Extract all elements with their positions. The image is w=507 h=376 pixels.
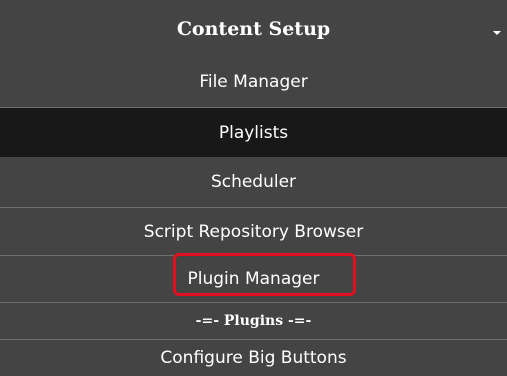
menu-item-file-manager[interactable]: File Manager [0,57,507,107]
menu-item-label: Playlists [218,122,289,143]
content-setup-menu-header[interactable]: Content Setup [0,0,507,57]
menu-item-playlists[interactable]: Playlists [0,107,507,157]
menu-item-label: Configure Big Buttons [160,348,347,368]
section-header-label: -=- Plugins -=- [195,313,312,329]
plugins-section-header: -=- Plugins -=- [0,302,507,339]
menu-item-script-repository-browser[interactable]: Script Repository Browser [0,207,507,255]
menu-item-label: Scheduler [210,172,297,192]
menu-item-configure-big-buttons[interactable]: Configure Big Buttons [0,339,507,376]
menu-item-label: Script Repository Browser [143,221,364,242]
menu-item-scheduler[interactable]: Scheduler [0,157,507,207]
menu-item-plugin-manager[interactable]: Plugin Manager [0,255,507,302]
caret-down-icon [493,31,501,35]
menu-title: Content Setup [176,17,331,40]
menu-item-label: Plugin Manager [187,269,320,289]
menu-item-label: File Manager [199,72,308,92]
content-setup-menu: Content Setup File Manager Playlists Sch… [0,0,507,376]
